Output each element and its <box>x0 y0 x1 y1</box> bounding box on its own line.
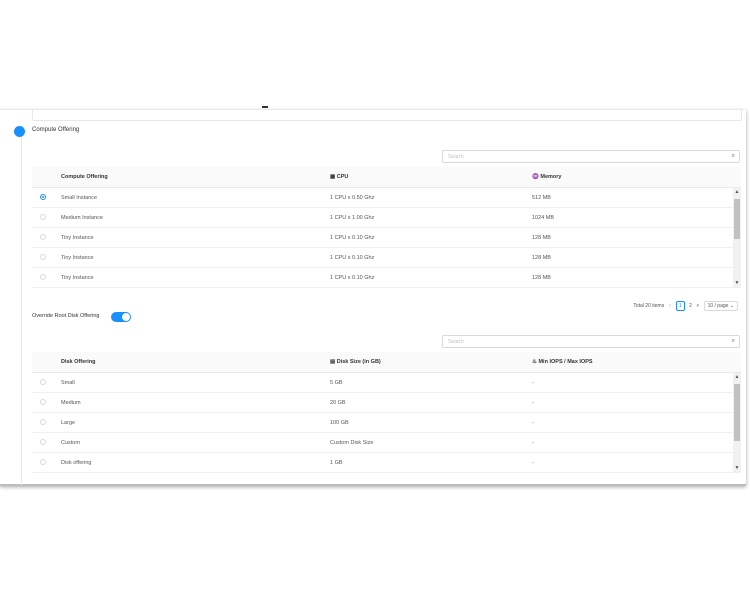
collapsed-field-marker <box>262 106 268 108</box>
compute-scrollbar[interactable]: ▲ ▼ <box>733 188 741 287</box>
compute-memory: 1024 MB <box>532 215 555 221</box>
compute-pagination: Total 20 items < 1 2 > 10 / page ⌄ <box>630 301 738 311</box>
compute-cpu: 1 CPU x 0.10 Ghz <box>330 275 375 281</box>
pagination-page-2[interactable]: 2 <box>689 303 692 309</box>
disk-size: Custom Disk Size <box>330 440 374 446</box>
disk-name: Medium <box>61 400 81 406</box>
hdd-icon: ▤ <box>330 359 336 365</box>
compute-memory: 512 MB <box>532 195 551 201</box>
disk-radio-3[interactable] <box>40 439 46 445</box>
compute-cpu: 1 CPU x 1.00 Ghz <box>330 215 375 221</box>
disk-radio-4[interactable] <box>40 459 46 465</box>
compute-cpu: 1 CPU x 0.10 Ghz <box>330 255 375 261</box>
compute-radio-3[interactable] <box>40 254 46 260</box>
compute-memory: 128 MB <box>532 275 551 281</box>
disk-iops: - <box>532 400 534 406</box>
header-memory: ♒ Memory <box>532 174 561 180</box>
scroll-up-arrow-icon[interactable]: ▲ <box>733 189 741 195</box>
disk-radio-2[interactable] <box>40 419 46 425</box>
disk-iops: - <box>532 460 534 466</box>
compute-name: Tiny Instance <box>61 275 94 281</box>
header-memory-label: Memory <box>540 174 562 180</box>
disk-name: Large <box>61 420 76 426</box>
table-row[interactable]: Tiny Instance 1 CPU x 0.10 Ghz 128 MB <box>32 268 741 288</box>
compute-name: Small Instance <box>61 195 98 201</box>
compute-radio-4[interactable] <box>40 274 46 280</box>
override-root-disk-label: Override Root Disk Offering <box>32 313 100 319</box>
pagination-prev[interactable]: < <box>669 303 672 309</box>
disk-scrollbar[interactable]: ▲ ▼ <box>733 373 741 472</box>
compute-memory: 128 MB <box>532 235 551 241</box>
compute-search-input[interactable]: Search ⌕ <box>442 150 740 163</box>
header-disk-size: ▤ Disk Size (in GB) <box>330 359 381 365</box>
compute-search-placeholder: Search <box>448 154 464 160</box>
scroll-up-arrow-icon[interactable]: ▲ <box>733 374 741 380</box>
disk-iops: - <box>532 440 534 446</box>
disk-name: Disk offering <box>61 460 92 466</box>
header-compute-offering: Compute Offering <box>61 174 108 180</box>
pagination-page-size[interactable]: 10 / page ⌄ <box>703 301 738 311</box>
disk-search-input[interactable]: Search ⌕ <box>442 335 740 348</box>
disk-scroll-thumb[interactable] <box>734 384 740 441</box>
disk-size: 1 GB <box>330 460 343 466</box>
step-title-compute: Compute Offering <box>32 127 80 133</box>
disk-iops: - <box>532 420 534 426</box>
bulb-icon: ♒ <box>532 174 539 180</box>
compute-table-header: Compute Offering ▦ CPU ♒ Memory <box>32 167 741 188</box>
compute-cpu: 1 CPU x 0.10 Ghz <box>330 235 375 241</box>
pagination-total: Total 20 items <box>633 303 665 309</box>
disk-iops: - <box>532 380 534 386</box>
disk-radio-1[interactable] <box>40 399 46 405</box>
pagination-next[interactable]: > <box>696 303 699 309</box>
disk-search-placeholder: Search <box>448 339 464 345</box>
scroll-down-arrow-icon[interactable]: ▼ <box>733 280 741 286</box>
disk-radio-0[interactable] <box>40 379 46 385</box>
header-iops: ♨ Min IOPS / Max IOPS <box>532 359 593 365</box>
step-connector-line <box>21 135 22 485</box>
table-row[interactable]: Tiny Instance 1 CPU x 0.10 Ghz 128 MB <box>32 228 741 248</box>
disk-table-header: Disk Offering ▤ Disk Size (in GB) ♨ Min … <box>32 352 741 373</box>
compute-memory: 128 MB <box>532 255 551 261</box>
header-disk-offering: Disk Offering <box>61 359 96 365</box>
table-row[interactable]: Disk offering 1 GB - <box>32 453 741 473</box>
table-row[interactable]: Tiny Instance 1 CPU x 0.10 Ghz 128 MB <box>32 248 741 268</box>
search-icon[interactable]: ⌕ <box>732 153 735 160</box>
fire-icon: ♨ <box>532 359 537 365</box>
disk-name: Custom <box>61 440 80 446</box>
compute-scroll-thumb[interactable] <box>734 199 740 239</box>
compute-radio-2[interactable] <box>40 234 46 240</box>
override-root-disk-toggle[interactable] <box>111 312 131 322</box>
table-row[interactable]: Small Instance 1 CPU x 0.50 Ghz 512 MB <box>32 188 741 208</box>
header-cpu-label: CPU <box>336 174 349 180</box>
table-row[interactable]: Large 100 GB - <box>32 413 741 433</box>
table-row[interactable]: Custom Custom Disk Size - <box>32 433 741 453</box>
disk-size: 20 GB <box>330 400 346 406</box>
table-row[interactable]: Small 5 GB - <box>32 373 741 393</box>
header-cpu: ▦ CPU <box>330 174 348 180</box>
disk-offering-table: Disk Offering ▤ Disk Size (in GB) ♨ Min … <box>32 352 741 473</box>
compute-name: Medium Instance <box>61 215 103 221</box>
step-indicator <box>14 126 25 137</box>
table-row[interactable]: Medium Instance 1 CPU x 1.00 Ghz 1024 MB <box>32 208 741 228</box>
disk-size: 5 GB <box>330 380 343 386</box>
compute-name: Tiny Instance <box>61 255 94 261</box>
header-iops-label: Min IOPS / Max IOPS <box>538 359 593 365</box>
compute-radio-0[interactable] <box>40 194 46 200</box>
compute-cpu: 1 CPU x 0.50 Ghz <box>330 195 375 201</box>
cpu-icon: ▦ <box>330 174 336 180</box>
search-icon[interactable]: ⌕ <box>732 338 735 345</box>
table-row[interactable]: Medium 20 GB - <box>32 393 741 413</box>
compute-name: Tiny Instance <box>61 235 94 241</box>
compute-radio-1[interactable] <box>40 214 46 220</box>
disk-size: 100 GB <box>330 420 349 426</box>
header-disk-size-label: Disk Size (in GB) <box>336 359 381 365</box>
compute-offering-table: Compute Offering ▦ CPU ♒ Memory Small In… <box>32 167 741 288</box>
previous-step-box <box>32 110 742 121</box>
disk-name: Small <box>61 380 75 386</box>
scroll-down-arrow-icon[interactable]: ▼ <box>733 465 741 471</box>
pagination-page-1[interactable]: 1 <box>675 301 685 311</box>
